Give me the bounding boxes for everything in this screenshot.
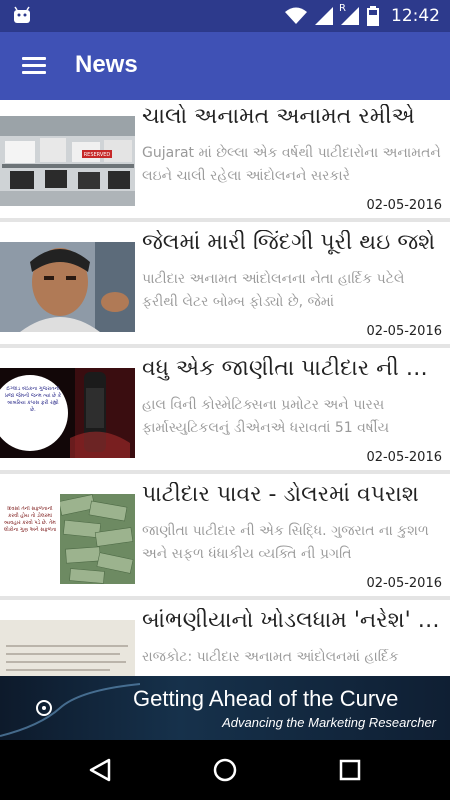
ad-banner[interactable]: Getting Ahead of the Curve Advancing the…: [0, 676, 450, 740]
menu-icon[interactable]: [18, 52, 52, 80]
app-bar: News: [0, 32, 450, 100]
news-headline: જેલમાં મારી જિંદગી પૂરી થઇ જશે: [142, 230, 436, 255]
ad-tagline: Advancing the Marketing Researcher: [222, 715, 436, 730]
wifi-icon: [285, 7, 307, 24]
news-item[interactable]: જેલમાં મારી જિંદગી પૂરી થઇ જશે પાટીદાર અ…: [0, 226, 450, 348]
news-date: 02-05-2016: [366, 198, 442, 213]
ad-headline: Getting Ahead of the Curve: [133, 686, 399, 711]
news-summary: પાટીદાર અનામત આંદોલનના નેતા હાર્દિક પટેલ…: [142, 271, 405, 310]
divider: [0, 344, 450, 348]
news-headline: પાટીદાર પાવર - ડોલરમાં વપરાશ: [142, 482, 419, 507]
network-label: R: [339, 3, 346, 14]
news-thumbnail: ઈંગ્લાંડ બેઠકના ગુજરાતની પ્રજા જેમની જન્…: [0, 368, 135, 458]
news-headline: બાંભણીયાનો ખોડલધામ 'નરેશ' પટેલને: [142, 608, 444, 633]
news-headline: ચાલો અનામત અનામત રમીએ: [142, 104, 415, 129]
news-date: 02-05-2016: [366, 576, 442, 591]
news-thumbnail: દિવસો તેની સફળતાની કરવી હોય તો ડોલરમાં વ…: [0, 494, 135, 584]
news-date: 02-05-2016: [366, 324, 442, 339]
news-item[interactable]: RESERVED ચાલો અનામત અનામત રમીએ Gujarat મ…: [0, 100, 450, 222]
news-thumbnail: [0, 620, 135, 676]
divider: [0, 596, 450, 600]
ad-curve-graphic: [0, 683, 140, 737]
home-icon[interactable]: [210, 755, 240, 785]
back-icon[interactable]: [85, 755, 115, 785]
system-nav-bar: [0, 740, 450, 800]
news-summary: હાલ વિની કોસ્મેટિક્સના પ્રમોટર અને પારસ …: [142, 397, 390, 436]
news-item[interactable]: ઈંગ્લાંડ બેઠકના ગુજરાતની પ્રજા જેમની જન્…: [0, 352, 450, 474]
signal-r-indicator: R: [339, 3, 359, 25]
battery-icon: [367, 6, 379, 26]
divider: [0, 470, 450, 474]
page-title: News: [75, 51, 138, 78]
news-feed[interactable]: RESERVED ચાલો અનામત અનામત રમીએ Gujarat મ…: [0, 100, 450, 676]
thumb-caption: ઈંગ્લાંડ બેઠકના ગુજરાતની પ્રજા જેમની જન્…: [4, 386, 62, 413]
news-item[interactable]: દિવસો તેની સફળતાની કરવી હોય તો ડોલરમાં વ…: [0, 478, 450, 600]
news-summary: રાજકોટ: પાટીદાર અનામત આંદોલનમાં હાર્દિક: [142, 649, 399, 665]
news-thumbnail: RESERVED: [0, 116, 135, 206]
news-thumbnail: [0, 242, 135, 332]
news-summary: જાણીતા પાટીદાર ની એક સિદ્ધિ. ગુજરાત ના ક…: [142, 523, 429, 562]
news-headline: વધુ એક જાણીતા પાટીદાર ની સિદ્ધિ: [142, 356, 444, 381]
thumb-caption: દિવસો તેની સફળતાની કરવી હોય તો ડોલરમાં વ…: [3, 506, 57, 533]
status-time: 12:42: [391, 6, 440, 26]
news-date: 02-05-2016: [366, 450, 442, 465]
status-bar: R 12:42: [0, 0, 450, 32]
recents-icon[interactable]: [335, 755, 365, 785]
news-item[interactable]: બાંભણીયાનો ખોડલધામ 'નરેશ' પટેલને રાજકોટ:…: [0, 604, 450, 676]
news-summary: Gujarat માં છેલ્લા એક વર્ષથી પાટીદારોના …: [142, 145, 441, 184]
signal-icon: [315, 7, 333, 25]
reserved-badge: RESERVED: [84, 152, 111, 158]
android-icon: [14, 6, 30, 23]
divider: [0, 218, 450, 222]
